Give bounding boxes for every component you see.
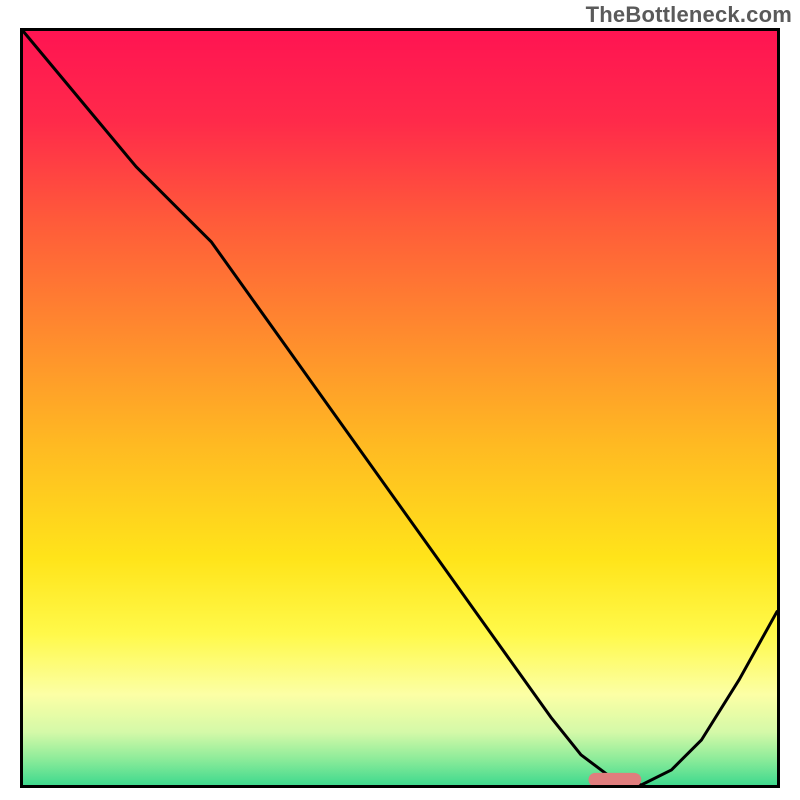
chart-stage: TheBottleneck.com	[0, 0, 800, 800]
watermark-text: TheBottleneck.com	[586, 2, 792, 28]
gradient-background	[23, 31, 777, 785]
optimal-marker	[589, 773, 642, 785]
bottleneck-plot	[23, 31, 777, 785]
chart-frame	[20, 28, 780, 788]
